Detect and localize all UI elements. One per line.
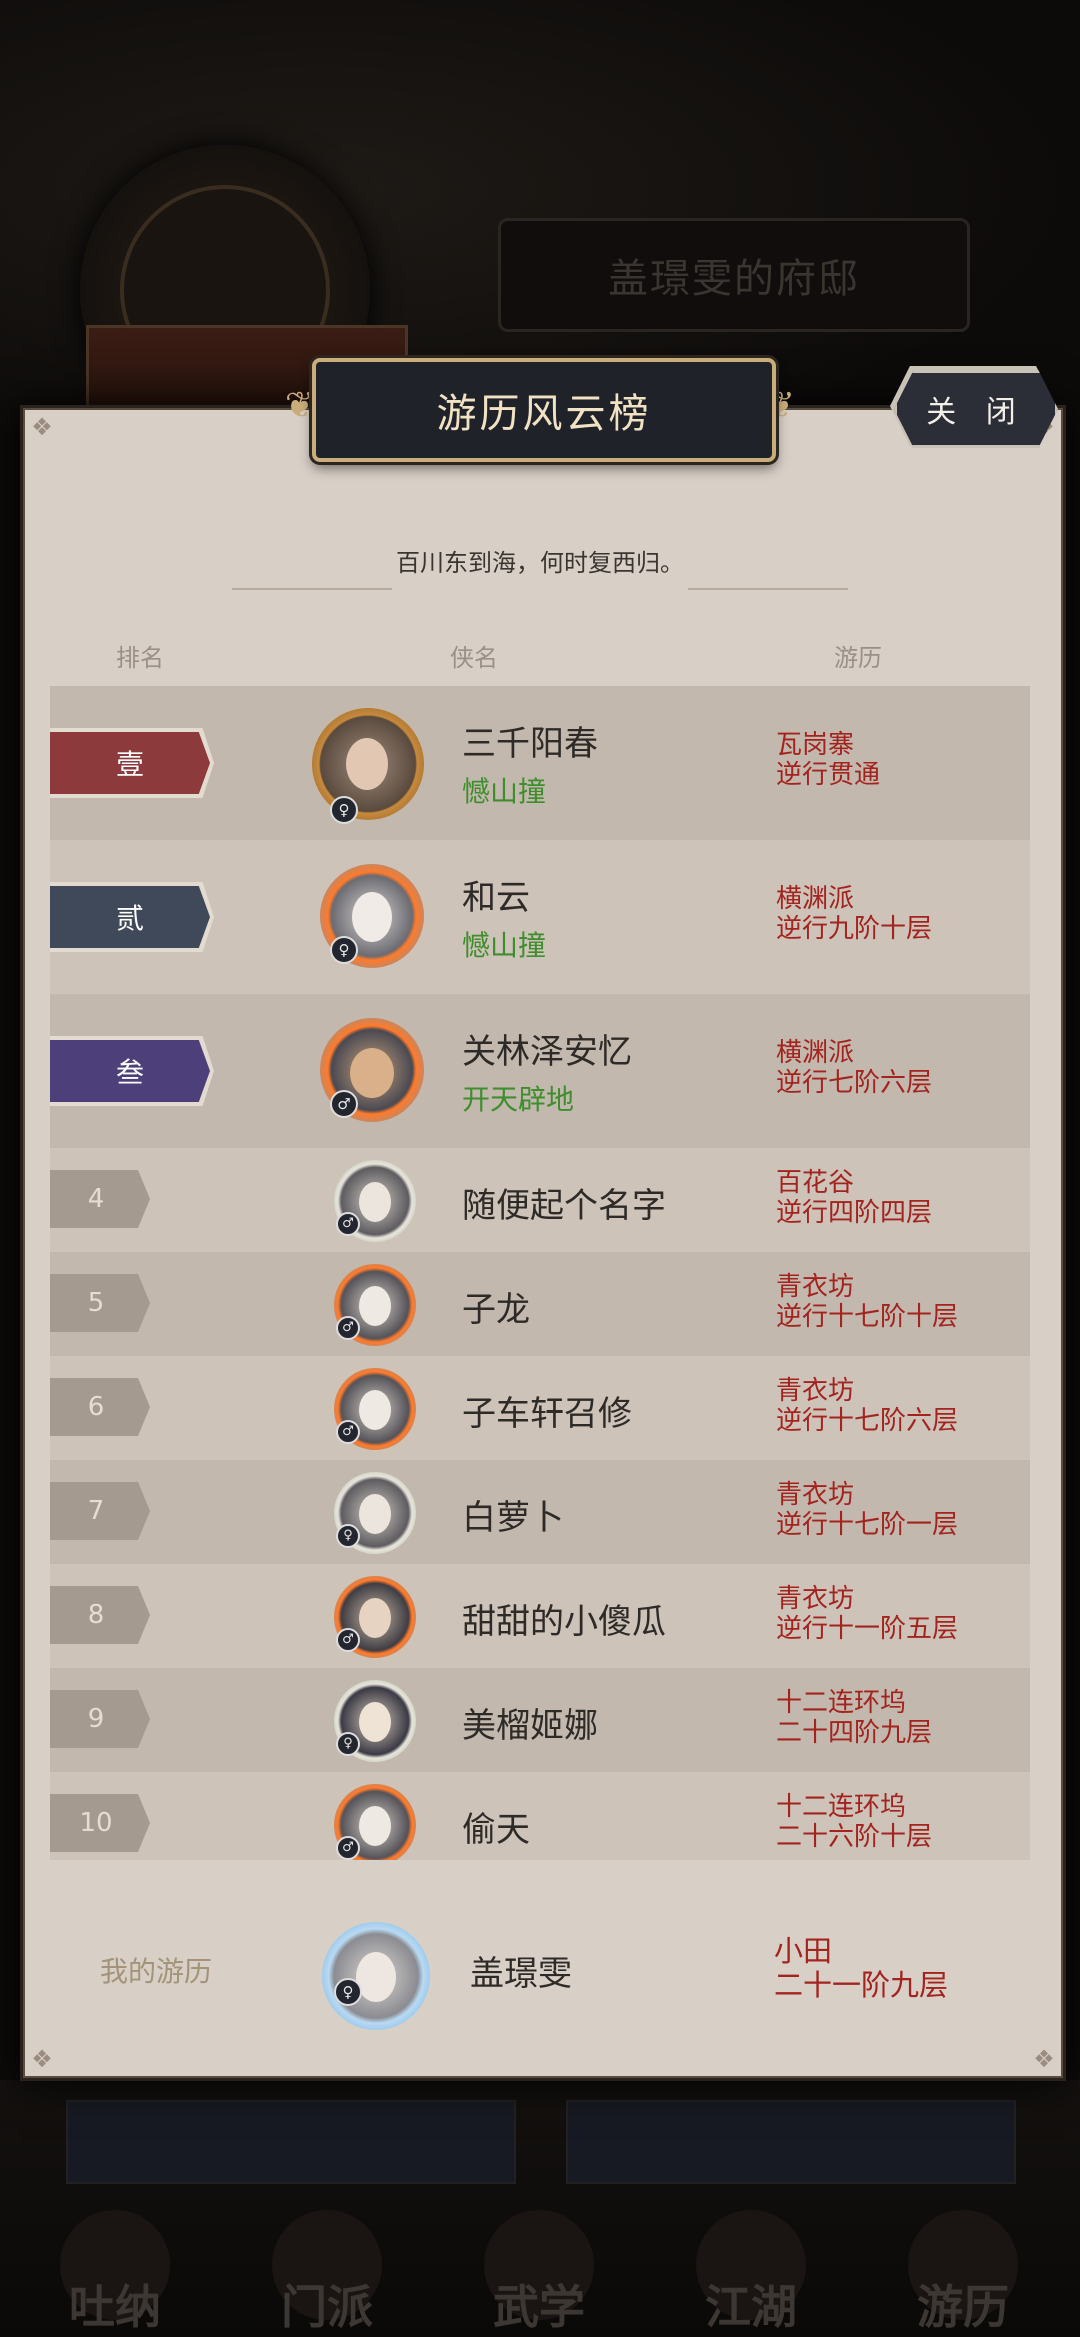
nav-tuna[interactable]: 吐纳: [40, 2200, 190, 2337]
player-name: 白萝卜: [462, 1498, 564, 1538]
ranking-row[interactable]: 叁 ♂ 关林泽安忆 开天辟地 横渊派 逆行七阶六层: [50, 994, 1030, 1148]
gender-male-icon: ♂: [336, 1628, 360, 1652]
rank-badge: 4: [50, 1170, 150, 1228]
dialog-title-plate: 游历风云榜: [312, 358, 776, 462]
rank-badge: 叁: [50, 1040, 210, 1102]
house-title: 盖璟雯的府邸: [498, 218, 970, 332]
gender-female-icon: ♀: [330, 796, 358, 824]
ranking-row[interactable]: 4 ♂ 随便起个名字 百花谷 逆行四阶四层: [50, 1148, 1030, 1252]
column-header-rank: 排名: [116, 644, 164, 672]
player-name: 随便起个名字: [462, 1186, 666, 1226]
bottom-panel-right: [566, 2100, 1016, 2184]
travel-info: 青衣坊 逆行十七阶十层: [776, 1272, 959, 1332]
player-skill: 憾山撞: [462, 775, 547, 808]
travel-info: 瓦岗寨 逆行贯通: [776, 730, 881, 790]
rank-badge: 壹: [50, 732, 210, 794]
rank-badge: 6: [50, 1378, 150, 1436]
nav-youli[interactable]: 游历: [888, 2200, 1038, 2337]
ranking-row[interactable]: 5 ♂ 子龙 青衣坊 逆行十七阶十层: [50, 1252, 1030, 1356]
corner-ornament: ❖: [31, 2045, 53, 2073]
column-header-travel: 游历: [834, 644, 882, 672]
gender-female-icon: ♀: [330, 936, 358, 964]
player-name: 三千阳春: [462, 724, 598, 764]
player-name: 关林泽安忆: [462, 1032, 632, 1072]
travel-info: 青衣坊 逆行十一阶五层: [776, 1584, 959, 1644]
ranking-row[interactable]: 10 ♂ 偷天 十二连环坞 二十六阶十层: [50, 1772, 1030, 1860]
gender-male-icon: ♂: [336, 1420, 360, 1444]
travel-info: 横渊派 逆行九阶十层: [776, 884, 933, 944]
avatar[interactable]: [312, 708, 424, 820]
corner-ornament: ❖: [1033, 2045, 1055, 2073]
gender-female-icon: ♀: [334, 1978, 362, 2006]
bottom-panel-left: [66, 2100, 516, 2184]
travel-info: 十二连环坞 二十四阶九层: [776, 1688, 933, 1748]
gender-female-icon: ♀: [336, 1732, 360, 1756]
corner-ornament: ❖: [31, 413, 53, 441]
travel-info: 百花谷 逆行四阶四层: [776, 1168, 933, 1228]
my-avatar[interactable]: [322, 1922, 430, 2030]
player-name: 甜甜的小傻瓜: [462, 1602, 666, 1642]
ranking-row[interactable]: 6 ♂ 子车轩召修 青衣坊 逆行十七阶六层: [50, 1356, 1030, 1460]
travel-info: 横渊派 逆行七阶六层: [776, 1038, 933, 1098]
player-name: 子龙: [462, 1290, 530, 1330]
player-name: 偷天: [462, 1810, 530, 1850]
rank-badge: 7: [50, 1482, 150, 1540]
ranking-row[interactable]: 7 ♀ 白萝卜 青衣坊 逆行十七阶一层: [50, 1460, 1030, 1564]
ranking-row[interactable]: 贰 ♀ 和云 憾山撞 横渊派 逆行九阶十层: [50, 840, 1030, 994]
ranking-row[interactable]: 壹 ♀ 三千阳春 憾山撞 瓦岗寨 逆行贯通: [50, 686, 1030, 840]
dialog-subtitle: 百川东到海，何时复西归。: [396, 549, 684, 577]
gender-male-icon: ♂: [336, 1316, 360, 1340]
gender-male-icon: ♂: [330, 1090, 358, 1118]
nav-jianghu[interactable]: 江湖: [676, 2200, 826, 2337]
travel-info: 十二连环坞 二十六阶十层: [776, 1792, 933, 1852]
my-travel-info: 小田 二十一阶九层: [774, 1934, 949, 2002]
travel-info: 青衣坊 逆行十七阶一层: [776, 1480, 959, 1540]
rank-badge: 10: [50, 1794, 150, 1852]
player-name: 子车轩召修: [462, 1394, 632, 1434]
gender-female-icon: ♀: [336, 1524, 360, 1548]
rank-badge: 贰: [50, 886, 210, 948]
ranking-row[interactable]: 9 ♀ 美榴姬娜 十二连环坞 二十四阶九层: [50, 1668, 1030, 1772]
gender-male-icon: ♂: [336, 1836, 360, 1860]
column-header-name: 侠名: [450, 644, 498, 672]
my-name: 盖璟雯: [470, 1954, 572, 1994]
nav-wuxue[interactable]: 武学: [464, 2200, 614, 2337]
divider: [688, 588, 848, 590]
dialog-title: 游历风云榜: [436, 391, 652, 437]
player-name: 美榴姬娜: [462, 1706, 598, 1746]
rank-badge: 9: [50, 1690, 150, 1748]
my-travel-label: 我的游历: [100, 1955, 213, 1988]
player-name: 和云: [462, 878, 530, 918]
rank-badge: 8: [50, 1586, 150, 1644]
travel-info: 青衣坊 逆行十七阶六层: [776, 1376, 959, 1436]
gender-male-icon: ♂: [336, 1212, 360, 1236]
divider: [232, 588, 392, 590]
rank-badge: 5: [50, 1274, 150, 1332]
nav-menpai[interactable]: 门派: [252, 2200, 402, 2337]
close-button[interactable]: 关 闭: [894, 370, 1058, 448]
ranking-row[interactable]: 8 ♂ 甜甜的小傻瓜 青衣坊 逆行十一阶五层: [50, 1564, 1030, 1668]
player-skill: 憾山撞: [462, 929, 547, 962]
player-skill: 开天辟地: [462, 1083, 575, 1116]
